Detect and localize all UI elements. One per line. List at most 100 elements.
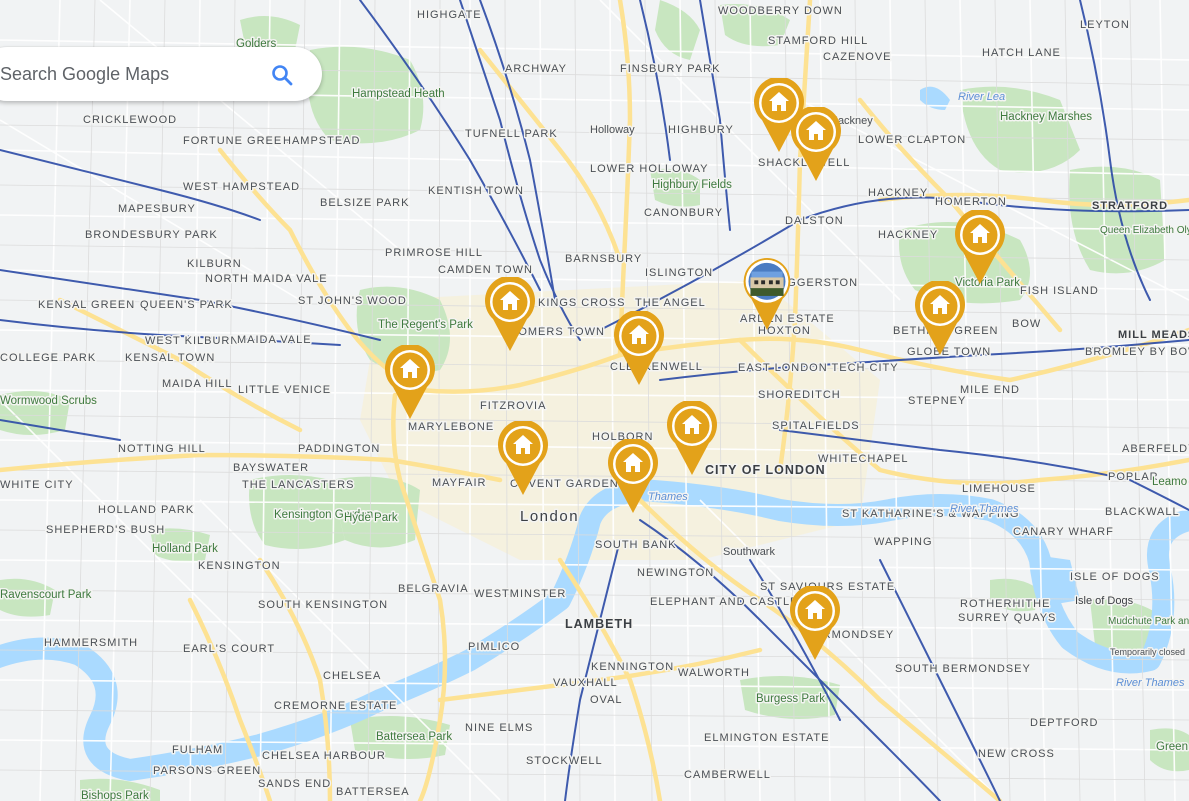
label-hackney-central: HACKNEY [868,187,928,199]
label-elmington-estate: ELMINGTON ESTATE [704,732,829,744]
label-qe-olympic-park: Queen Elizabeth Olympic Park [1100,225,1189,236]
label-lower-holloway: LOWER HOLLOWAY [590,163,709,175]
house-icon [915,281,965,355]
house-icon [614,311,664,385]
property-pin-3[interactable] [484,277,536,351]
house-icon [667,401,717,475]
label-fitzrovia: FITZROVIA [480,400,546,412]
label-rotherhithe: ROTHERHITHE [960,598,1050,610]
map-canvas[interactable]: HIGHGATE Golders Hampstead Heath ARCHWAY… [0,0,1189,801]
label-new-cross: NEW CROSS [978,748,1055,760]
label-isle-of-dogs: Isle of Dogs [1075,595,1134,607]
label-hyde-park: Hyde Park [344,512,398,524]
label-hackney2: HACKNEY [878,229,938,241]
label-brondesbury-park: BRONDESBURY PARK [85,229,218,241]
label-hatch-lane: HATCH LANE [982,47,1061,59]
label-spitalfields: SPITALFIELDS [772,420,860,432]
property-pin-9[interactable] [954,210,1006,284]
label-highbury-fields: Highbury Fields [652,179,732,191]
property-pin-11[interactable] [789,586,841,660]
label-fulham: FULHAM [172,744,223,756]
house-icon [791,107,841,181]
label-limehouse: LIMEHOUSE [962,483,1036,495]
label-kennington: KENNINGTON [591,661,674,673]
label-leyton: LEYTON [1080,19,1130,31]
label-leamouth: Leamo [1152,476,1187,488]
label-stamford-hill: STAMFORD HILL [768,35,868,47]
label-shepherds-bush: SHEPHERD'S BUSH [46,524,165,536]
label-westminster: WESTMINSTER [474,588,566,600]
label-primrose-hill: PRIMROSE HILL [385,247,483,259]
label-lower-clapton: LOWER CLAPTON [858,134,966,146]
label-holland-park: Holland Park [152,543,218,555]
label-queens-park: QUEEN'S PARK [140,299,233,311]
label-highgate: HIGHGATE [417,9,482,21]
label-blackwall: BLACKWALL [1105,506,1180,518]
label-kilburn: KILBURN [187,258,242,270]
label-stepney: STEPNEY [908,395,966,407]
house-icon [485,277,535,351]
label-whitechapel: WHITECHAPEL [818,453,908,465]
label-hampstead-heath: Hampstead Heath [352,88,445,100]
label-notting-hill: NOTTING HILL [118,443,206,455]
label-stratford: STRATFORD [1092,200,1168,212]
label-sands-end: SANDS END [258,778,331,790]
label-west-hampstead: WEST HAMPSTEAD [183,181,300,193]
label-south-kensington: SOUTH KENSINGTON [258,599,388,611]
label-belsize-park: BELSIZE PARK [320,197,409,209]
label-camberwell: CAMBERWELL [684,769,771,781]
property-pin-5[interactable] [384,345,436,419]
label-mile-end: MILE END [960,384,1020,396]
label-nine-elms: NINE ELMS [465,722,533,734]
label-barnsbury: BARNSBURY [565,253,642,265]
label-south-bank: SOUTH BANK [595,539,677,551]
label-temporarily-closed: Temporarily closed [1110,647,1185,657]
property-pin-2[interactable] [790,107,842,181]
label-river-lea: River Lea [958,91,1005,103]
label-south-bermondsey: SOUTH BERMONDSEY [895,663,1031,675]
search-input[interactable] [0,47,250,101]
label-elephant-and-castle: ELEPHANT AND CASTLE [650,596,798,608]
label-islington: ISLINGTON [645,267,713,279]
label-fish-island: FISH ISLAND [1020,285,1099,297]
property-pin-4[interactable] [613,311,665,385]
label-greenwich: Green [1156,741,1188,753]
label-kings-cross: KINGS CROSS [538,297,625,309]
property-pin-6[interactable] [666,401,718,475]
label-isle-of-dogs-caps: ISLE OF DOGS [1070,571,1160,583]
property-pin-7[interactable] [497,421,549,495]
label-west-kilburn: WEST KILBURN [145,335,239,347]
label-homerton: HOMERTON [935,196,1007,208]
label-bromley-by-bow: BROMLEY BY BOW [1085,346,1189,358]
house-icon [608,439,658,513]
property-photo-pin[interactable] [741,256,793,332]
label-highbury: HIGHBURY [668,124,734,136]
label-little-venice: LITTLE VENICE [238,384,331,396]
house-icon [498,421,548,495]
label-mapesbury: MAPESBURY [118,203,196,215]
label-regents-park: The Regent's Park [378,319,473,331]
label-river-thames-east: River Thames [950,503,1019,515]
label-wormwood-scrubs: Wormwood Scrubs [0,395,97,407]
label-archway: ARCHWAY [505,63,567,75]
label-southwark: Southwark [723,546,775,558]
label-canonbury: CANONBURY [644,207,723,219]
label-cremorne-estate: CREMORNE ESTATE [274,700,397,712]
label-belgravia: BELGRAVIA [398,583,469,595]
property-pin-10[interactable] [914,281,966,355]
label-battersea: BATTERSEA [336,786,410,798]
label-pimlico: PIMLICO [468,641,520,653]
label-aberfeldy-village: ABERFELDY VILLAGE [1122,443,1189,455]
property-pin-8[interactable] [607,439,659,513]
label-canary-wharf: CANARY WHARF [1013,526,1114,538]
label-maida-vale: MAIDA VALE [237,334,312,346]
label-shoreditch: SHOREDITCH [758,389,841,401]
label-maida-hill: MAIDA HILL [162,378,233,390]
label-kensal-green: KENSAL GREEN [38,299,135,311]
house-icon [385,345,435,419]
label-mayfair: MAYFAIR [432,477,486,489]
search-icon[interactable] [270,63,294,87]
label-hackney-marshes: Hackney Marshes [1000,111,1092,123]
label-wapping: WAPPING [874,536,933,548]
photo-pin-icon [743,258,791,330]
